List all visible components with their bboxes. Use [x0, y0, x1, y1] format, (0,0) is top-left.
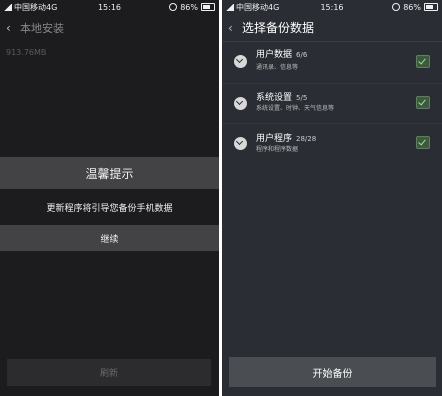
refresh-button[interactable]: 刷新 [7, 359, 211, 386]
checkbox-checked-icon[interactable] [416, 55, 430, 68]
back-arrow-icon[interactable]: ‹ [6, 21, 20, 35]
backup-item-user-data[interactable]: 用户数据 6/6 通讯录、信息等 [222, 43, 442, 83]
start-backup-button[interactable]: 开始备份 [229, 357, 436, 387]
chevron-down-icon[interactable] [234, 55, 247, 68]
battery-icon [201, 3, 215, 11]
title-bar: ‹ 选择备份数据 [222, 14, 442, 42]
tip-dialog: 温馨提示 更新程序将引导您备份手机数据 继续 [0, 157, 219, 252]
item-desc: 程序和程序数据 [256, 146, 299, 153]
status-time: 15:16 [320, 2, 344, 12]
dialog-title: 温馨提示 [0, 157, 219, 189]
item-name: 用户数据 6/6 [256, 47, 307, 60]
status-time: 15:16 [97, 2, 122, 12]
page-title: 选择备份数据 [242, 21, 315, 35]
item-name: 用户程序 28/28 [256, 131, 316, 144]
chevron-down-icon[interactable] [234, 137, 247, 150]
status-bar: 中国移动4G 15:16 86% [222, 0, 442, 14]
left-screen: 中国移动4G 15:16 86% ‹ 本地安装 913.76MB 温馨提示 更新… [0, 0, 219, 396]
chevron-down-icon[interactable] [234, 97, 247, 110]
status-bar: 中国移动4G 15:16 86% [0, 0, 219, 14]
page-title: 本地安装 [20, 22, 64, 35]
right-screen: 中国移动4G 15:16 86% ‹ 选择备份数据 用户数据 6/6 通讯录、信息… [222, 0, 442, 396]
backup-item-system-settings[interactable]: 系统设置 5/5 系统设置、时钟、天气信息等 [222, 83, 442, 124]
checkbox-checked-icon[interactable] [416, 96, 430, 109]
back-arrow-icon[interactable]: ‹ [228, 21, 242, 35]
package-size: 913.76MB [6, 48, 47, 57]
continue-button[interactable]: 继续 [0, 225, 219, 251]
item-label: 用户数据 [256, 50, 293, 60]
item-count: 6/6 [296, 51, 308, 59]
checkbox-checked-icon[interactable] [416, 136, 430, 149]
title-bar: ‹ 本地安装 [0, 14, 219, 42]
item-label: 用户程序 [256, 134, 293, 144]
battery-icon [424, 3, 438, 11]
dialog-message: 更新程序将引导您备份手机数据 [0, 189, 219, 225]
backup-item-user-apps[interactable]: 用户程序 28/28 程序和程序数据 [222, 123, 442, 164]
item-count: 5/5 [296, 94, 308, 102]
item-label: 系统设置 [256, 93, 293, 103]
item-name: 系统设置 5/5 [256, 90, 307, 103]
item-desc: 系统设置、时钟、天气信息等 [256, 105, 335, 112]
item-count: 28/28 [296, 135, 317, 143]
item-desc: 通讯录、信息等 [256, 64, 299, 71]
